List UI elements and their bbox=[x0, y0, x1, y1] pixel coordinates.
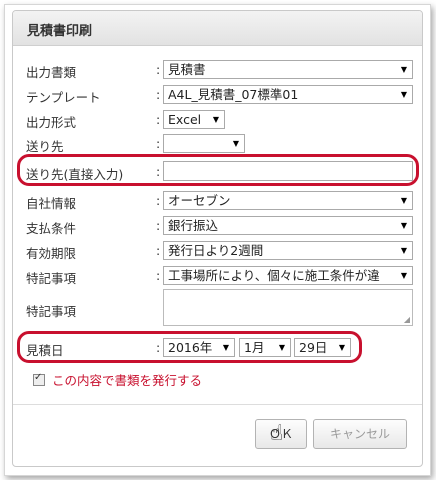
output-format-value: Excel bbox=[168, 112, 202, 127]
dropdown-arrow-icon: ▼ bbox=[232, 139, 239, 148]
dropdown-arrow-icon: ▼ bbox=[400, 65, 407, 74]
colon: : bbox=[156, 87, 161, 102]
company-info-select[interactable]: オーセブン ▼ bbox=[163, 191, 413, 210]
label-payment-terms: 支払条件 bbox=[26, 221, 77, 236]
colon: : bbox=[156, 268, 161, 283]
resize-handle-icon[interactable]: ◢ bbox=[404, 315, 410, 324]
cancel-button[interactable]: キャンセル bbox=[313, 419, 407, 449]
check-icon: ✓ bbox=[34, 372, 43, 383]
label-template: テンプレート bbox=[26, 90, 101, 105]
label-output-format: 出力形式 bbox=[26, 115, 77, 130]
colon: : bbox=[156, 193, 161, 208]
dialog-title: 見積書印刷 bbox=[27, 24, 93, 39]
output-format-select[interactable]: Excel ▼ bbox=[163, 110, 225, 129]
payment-terms-select[interactable]: 銀行振込 ▼ bbox=[163, 216, 413, 235]
notes-1-select[interactable]: 工事場所により、個々に施工条件が違 ▼ bbox=[163, 266, 413, 285]
footer-divider bbox=[13, 404, 422, 405]
template-select[interactable]: A4L_見積書_07標準01 ▼ bbox=[163, 85, 413, 104]
label-company-info: 自社情報 bbox=[26, 196, 77, 211]
template-value: A4L_見積書_07標準01 bbox=[168, 87, 299, 102]
issue-document-checkbox[interactable]: ✓ bbox=[33, 372, 45, 386]
colon: : bbox=[156, 136, 161, 151]
dropdown-arrow-icon: ▼ bbox=[398, 267, 407, 284]
dropdown-arrow-icon: ▼ bbox=[400, 90, 407, 99]
company-info-value: オーセブン bbox=[168, 193, 231, 208]
label-notes-1: 特記事項 bbox=[26, 271, 77, 286]
dropdown-arrow-icon: ▼ bbox=[400, 246, 407, 255]
label-recipient: 送り先 bbox=[26, 139, 64, 154]
payment-terms-value: 銀行振込 bbox=[168, 218, 219, 233]
notes-2-textarea[interactable]: ◢ bbox=[163, 289, 413, 326]
dropdown-arrow-icon: ▼ bbox=[212, 115, 219, 124]
colon: : bbox=[156, 243, 161, 258]
colon: : bbox=[156, 218, 161, 233]
recipient-select[interactable]: ▼ bbox=[163, 134, 245, 153]
valid-until-value: 発行日より2週間 bbox=[168, 243, 264, 258]
hand-cursor-icon: ☝ bbox=[270, 421, 284, 446]
label-notes-2: 特記事項 bbox=[26, 304, 77, 319]
dropdown-arrow-icon: ▼ bbox=[400, 221, 407, 230]
highlight-quote-date bbox=[17, 331, 362, 363]
label-output-doc: 出力書類 bbox=[26, 65, 77, 80]
issue-document-label[interactable]: この内容で書類を発行する bbox=[52, 373, 202, 388]
output-doc-select[interactable]: 見積書 ▼ bbox=[163, 60, 413, 79]
notes-1-value: 工事場所により、個々に施工条件が違 bbox=[168, 268, 380, 283]
dropdown-arrow-icon: ▼ bbox=[400, 196, 407, 205]
print-dialog: 見積書印刷 出力書類 : 見積書 ▼ テンプレート : A4L_見積書_07標準… bbox=[12, 10, 423, 467]
valid-until-select[interactable]: 発行日より2週間 ▼ bbox=[163, 241, 413, 260]
colon: : bbox=[156, 62, 161, 77]
title-bar: 見積書印刷 bbox=[13, 11, 422, 46]
label-valid-until: 有効期限 bbox=[26, 246, 77, 261]
highlight-recipient-direct bbox=[17, 154, 419, 186]
colon: : bbox=[156, 112, 161, 127]
output-doc-value: 見積書 bbox=[168, 62, 206, 77]
issue-document-checkbox-row[interactable]: ✓ この内容で書類を発行する bbox=[33, 370, 202, 389]
